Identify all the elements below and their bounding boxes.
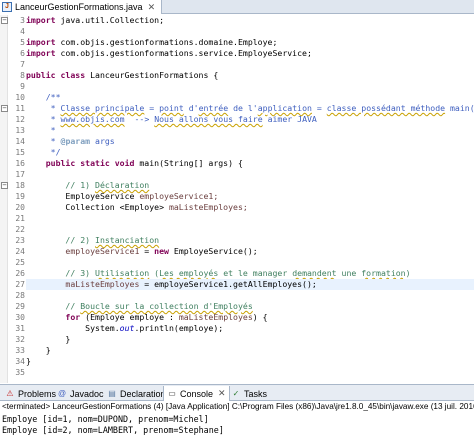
line-number: 11 bbox=[15, 104, 25, 113]
code-line: System.out.println(employe); bbox=[26, 323, 224, 333]
line-number: 22 bbox=[15, 225, 25, 234]
code-line: employeService1 = new EmployeService(); bbox=[26, 246, 258, 256]
code-line: // 3) Utilisation (Les employés et le ma… bbox=[26, 268, 411, 278]
tab-label: Javadoc bbox=[70, 388, 104, 399]
line-number: 6 bbox=[20, 49, 25, 58]
bottom-panel-tabs: ⚠ Problems @ Javadoc ▤ Declaration ▭ Con… bbox=[0, 384, 474, 401]
code-area[interactable]: import java.util.Collection; import com.… bbox=[26, 15, 474, 383]
fold-toggle-icon[interactable]: − bbox=[1, 105, 8, 112]
line-number: 5 bbox=[20, 38, 25, 47]
line-number: 15 bbox=[15, 148, 25, 157]
line-number: 17 bbox=[15, 170, 25, 179]
close-icon[interactable]: ✕ bbox=[148, 2, 156, 13]
code-editor[interactable]: 3 4 5 6 7 8 9 10 11 12 13 14 15 16 17 18… bbox=[0, 15, 474, 383]
tab-tasks[interactable]: ✓ Tasks bbox=[228, 386, 270, 401]
line-number: 30 bbox=[15, 313, 25, 322]
code-line: } bbox=[26, 356, 31, 366]
code-line: import com.objis.gestionformations.domai… bbox=[26, 37, 278, 47]
line-number: 4 bbox=[20, 27, 25, 36]
editor-tab-lanceur[interactable]: J LanceurGestionFormations.java ✕ bbox=[0, 0, 163, 14]
code-line: public static void main(String[] args) { bbox=[26, 158, 243, 168]
line-number: 13 bbox=[15, 126, 25, 135]
line-number: 29 bbox=[15, 302, 25, 311]
problems-icon: ⚠ bbox=[6, 388, 14, 398]
line-number-gutter: 3 4 5 6 7 8 9 10 11 12 13 14 15 16 17 18… bbox=[8, 15, 26, 383]
line-number: 34 bbox=[15, 357, 25, 366]
line-number: 27 bbox=[15, 280, 25, 289]
code-line: Collection <Employe> maListeEmployes; bbox=[26, 202, 248, 212]
line-number: 24 bbox=[15, 247, 25, 256]
line-number: 35 bbox=[15, 368, 25, 377]
line-number: 10 bbox=[15, 93, 25, 102]
tab-label: Console bbox=[180, 388, 214, 399]
console-status-line: <terminated> LanceurGestionFormations (4… bbox=[0, 401, 474, 413]
code-line: * www.objis.com --> Nous allons vous fai… bbox=[26, 114, 317, 124]
line-number: 7 bbox=[20, 60, 25, 69]
code-line: } bbox=[26, 345, 51, 355]
fold-toggle-icon[interactable]: − bbox=[1, 182, 8, 189]
current-code-line: maListeEmployes = employeService1.getAll… bbox=[26, 279, 474, 290]
line-number: 33 bbox=[15, 346, 25, 355]
line-number: 21 bbox=[15, 214, 25, 223]
code-line: * bbox=[26, 125, 56, 135]
line-number: 3 bbox=[20, 16, 25, 25]
line-number: 8 bbox=[20, 71, 25, 80]
line-number: 32 bbox=[15, 335, 25, 344]
line-number: 25 bbox=[15, 258, 25, 267]
code-line: */ bbox=[26, 147, 61, 157]
code-line: /** bbox=[26, 92, 61, 102]
line-number: 28 bbox=[15, 291, 25, 300]
code-line: // 2) Instanciation bbox=[26, 235, 160, 245]
line-number: 19 bbox=[15, 192, 25, 201]
code-line: import java.util.Collection; bbox=[26, 15, 165, 25]
line-number: 9 bbox=[20, 82, 25, 91]
line-number: 16 bbox=[15, 159, 25, 168]
line-number: 18 bbox=[15, 181, 25, 190]
close-icon[interactable]: ✕ bbox=[218, 388, 226, 399]
code-line: import com.objis.gestionformations.servi… bbox=[26, 48, 312, 58]
line-number: 31 bbox=[15, 324, 25, 333]
console-output-line: Employe [id=1, nom=DUPOND, prenom=Michel… bbox=[2, 414, 209, 424]
overview-ruler bbox=[0, 15, 8, 383]
code-line: // Boucle sur la collection d'Employés bbox=[26, 301, 253, 311]
code-line: public class LanceurGestionFormations { bbox=[26, 70, 219, 80]
console-output[interactable]: Employe [id=1, nom=DUPOND, prenom=Michel… bbox=[0, 414, 474, 445]
fold-toggle-icon[interactable]: − bbox=[1, 17, 8, 24]
code-line: } bbox=[26, 334, 71, 344]
console-icon: ▭ bbox=[168, 388, 176, 398]
line-number: 14 bbox=[15, 137, 25, 146]
tab-javadoc[interactable]: @ Javadoc bbox=[54, 386, 107, 401]
declaration-icon: ▤ bbox=[108, 388, 116, 398]
editor-tab-label: LanceurGestionFormations.java bbox=[15, 2, 143, 12]
tab-console[interactable]: ▭ Console ✕ bbox=[163, 386, 230, 401]
tab-declaration[interactable]: ▤ Declaration bbox=[104, 386, 169, 401]
line-number: 23 bbox=[15, 236, 25, 245]
code-line: // 1) Déclaration bbox=[26, 180, 150, 190]
line-number: 12 bbox=[15, 115, 25, 124]
line-number: 20 bbox=[15, 203, 25, 212]
line-number: 26 bbox=[15, 269, 25, 278]
java-file-icon: J bbox=[2, 2, 12, 12]
tab-label: Tasks bbox=[244, 388, 268, 399]
tab-problems[interactable]: ⚠ Problems bbox=[2, 386, 59, 401]
code-line: * @param args bbox=[26, 136, 115, 146]
code-line: * Classe principale = point d'entrée de … bbox=[26, 103, 474, 113]
console-output-line: Employe [id=2, nom=LAMBERT, prenom=Steph… bbox=[2, 425, 224, 435]
javadoc-icon: @ bbox=[57, 388, 67, 398]
tab-label: Problems bbox=[18, 388, 57, 399]
tasks-icon: ✓ bbox=[232, 388, 240, 398]
code-line: EmployeService employeService1; bbox=[26, 191, 219, 201]
editor-tab-bar: J LanceurGestionFormations.java ✕ bbox=[0, 0, 474, 14]
tab-label: Declaration bbox=[120, 388, 166, 399]
code-line: for (Employe employe : maListeEmployes) … bbox=[26, 312, 268, 322]
